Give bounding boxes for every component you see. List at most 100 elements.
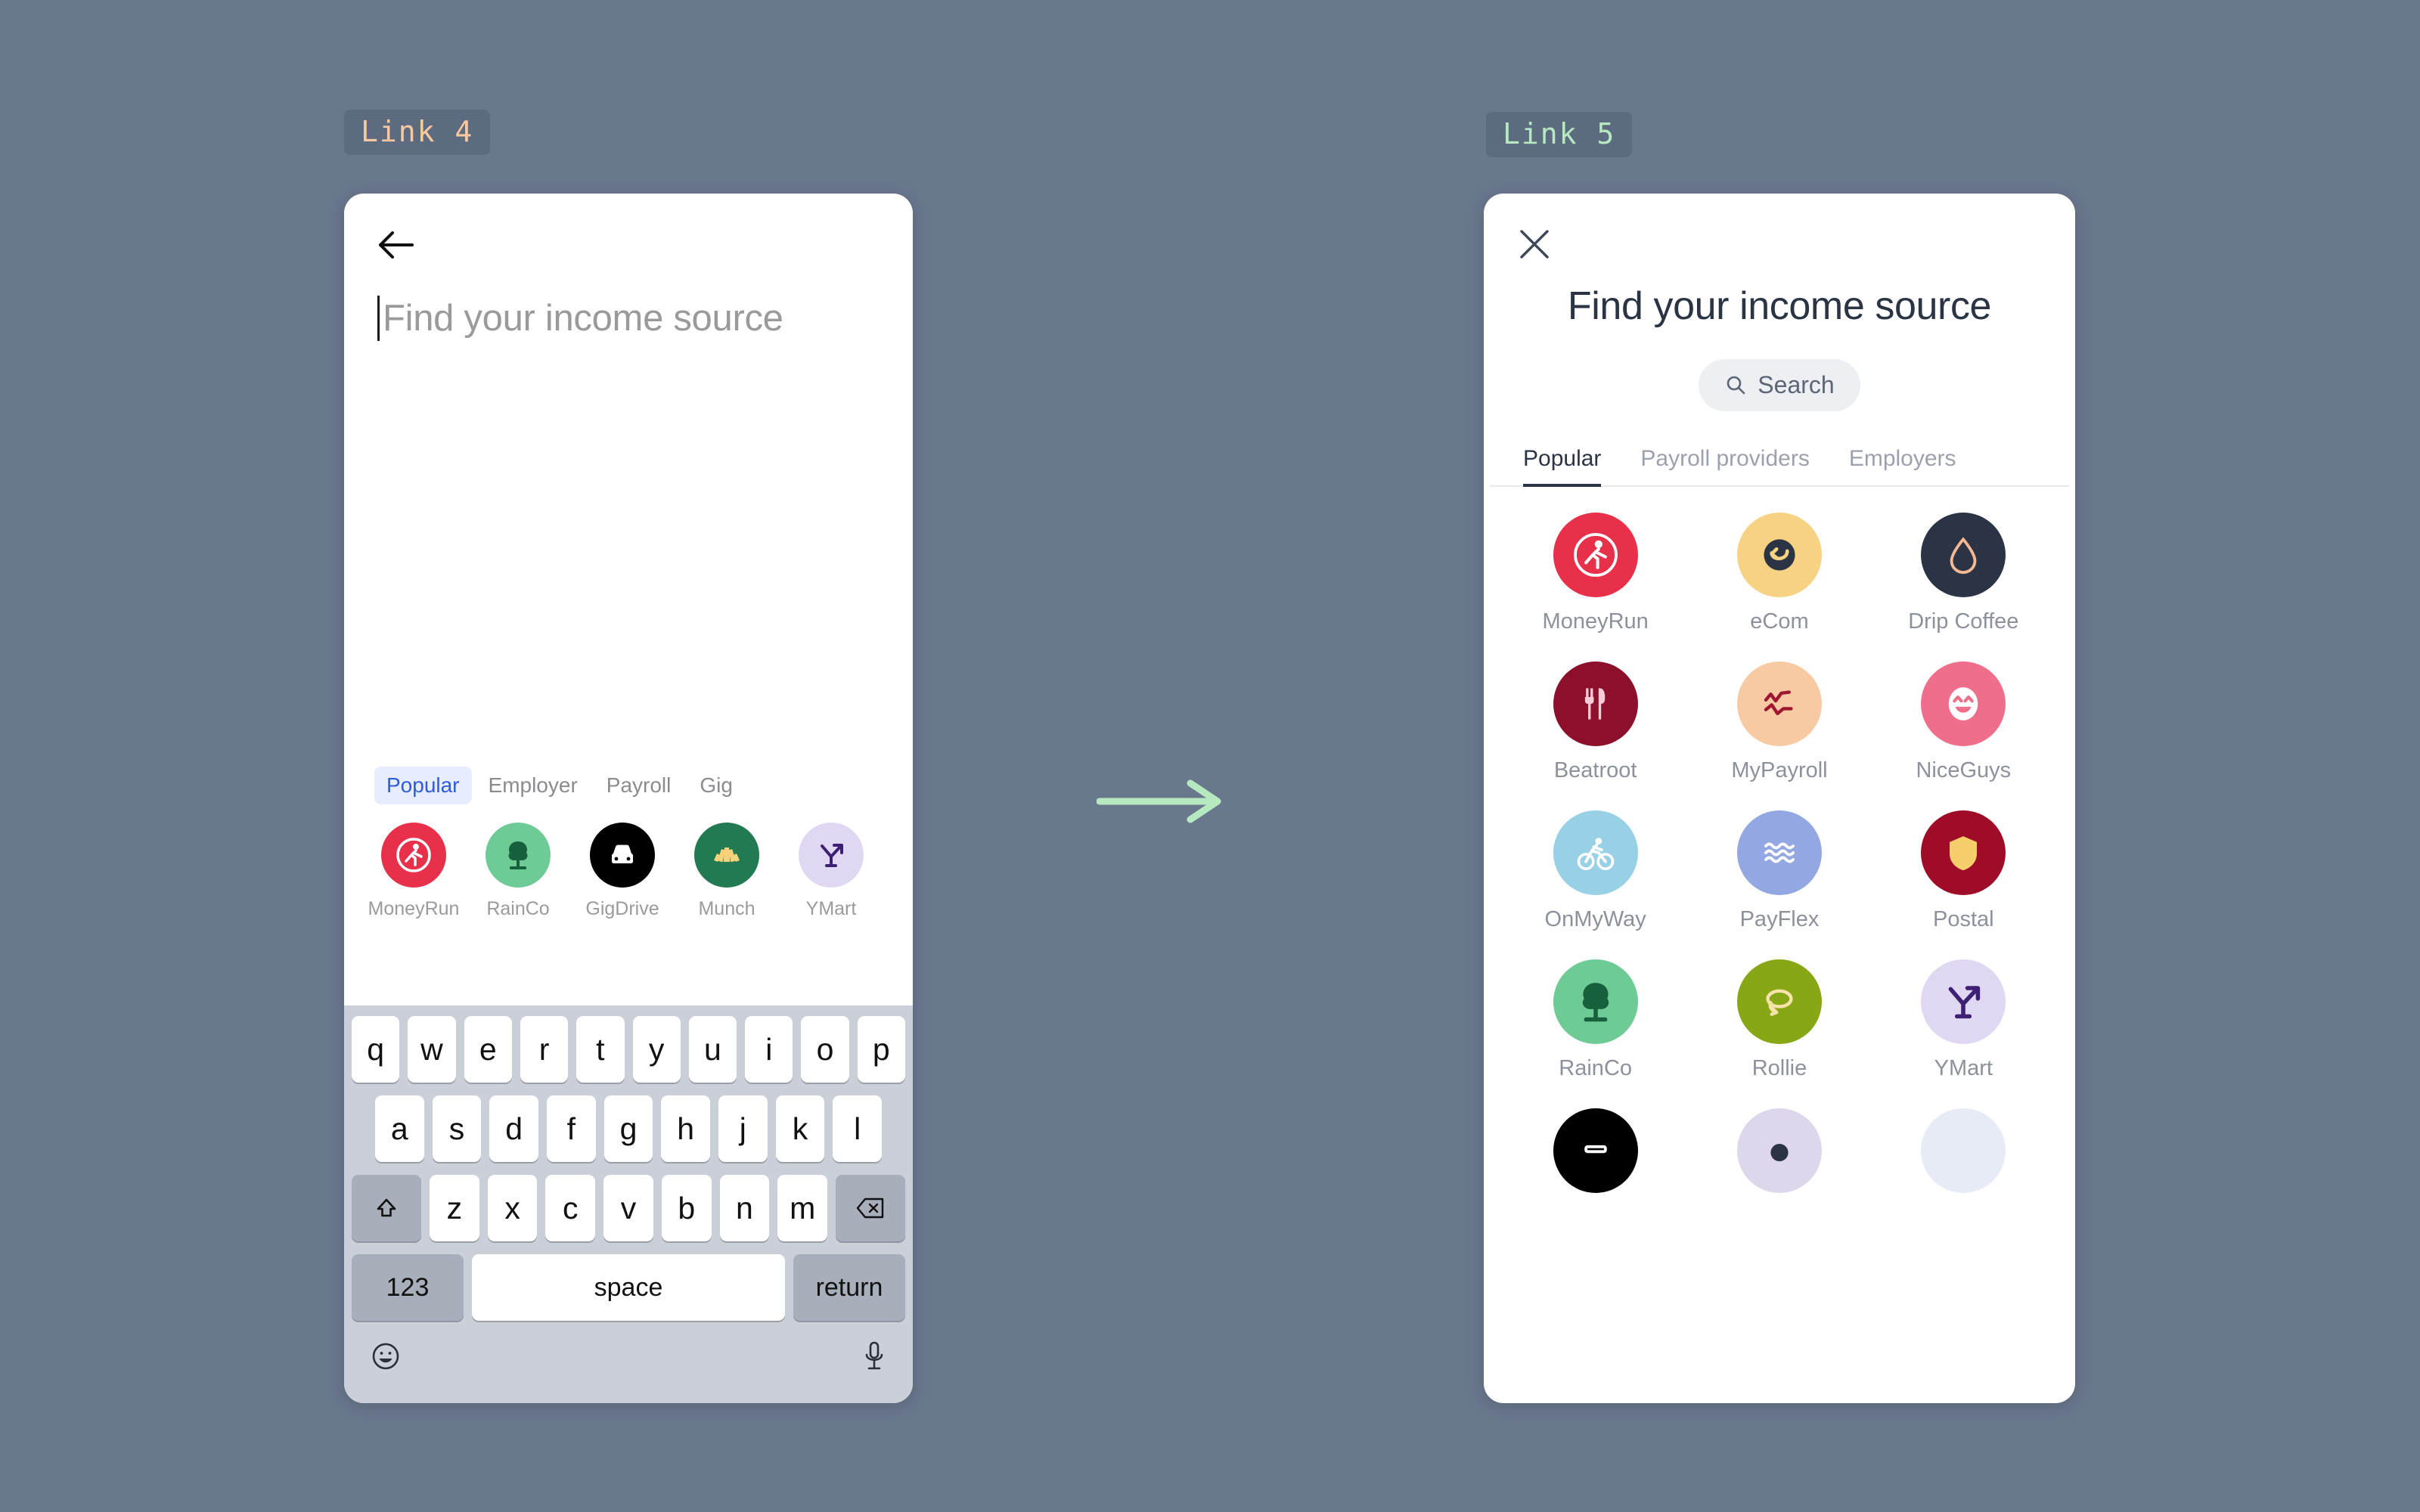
key-a[interactable]: a (374, 1095, 424, 1162)
emoji-smiley-icon[interactable] (370, 1340, 402, 1376)
key-q[interactable]: q (352, 1016, 400, 1083)
key-k[interactable]: k (775, 1095, 825, 1162)
key-z[interactable]: z (429, 1175, 479, 1241)
tab-gig[interactable]: Gig (687, 767, 745, 804)
tab-employer[interactable]: Employer (476, 767, 590, 804)
key-f[interactable]: f (547, 1095, 596, 1162)
keyboard-row-1: q w e r t y u i o p (352, 1016, 905, 1083)
key-s[interactable]: s (432, 1095, 482, 1162)
car-icon (590, 823, 655, 888)
list-item[interactable]: RainCo (471, 823, 565, 920)
key-space[interactable]: space (472, 1254, 785, 1321)
key-w[interactable]: w (408, 1016, 456, 1083)
search-button-label: Search (1758, 370, 1835, 398)
list-item[interactable]: GigDrive (576, 823, 669, 920)
list-item[interactable] (1553, 1108, 1638, 1205)
list-item-label: RainCo (1559, 1055, 1633, 1080)
tab-popular[interactable]: Popular (1523, 446, 1602, 487)
smiley-face-icon (1921, 661, 2006, 746)
list-item[interactable]: YMart (1921, 959, 2006, 1081)
canvas: Link 4 Link 5 Find your income source Po… (0, 0, 2420, 1512)
list-item-label: eCom (1750, 609, 1809, 634)
key-c[interactable]: c (545, 1175, 596, 1241)
close-x-icon[interactable] (1517, 227, 1552, 262)
key-d[interactable]: d (489, 1095, 538, 1162)
key-numbers[interactable]: 123 (352, 1254, 464, 1321)
list-item[interactable] (1921, 1108, 2006, 1205)
list-item[interactable]: YMart (784, 823, 878, 920)
microphone-icon[interactable] (861, 1340, 887, 1377)
key-h[interactable]: h (661, 1095, 711, 1162)
list-item-label: Munch (698, 898, 755, 919)
list-item-label: YMart (805, 898, 857, 919)
key-m[interactable]: m (777, 1175, 828, 1241)
left-provider-row: MoneyRun RainCo GigDrive Munch YMart (344, 804, 913, 920)
list-item[interactable]: eCom (1736, 512, 1822, 634)
key-n[interactable]: n (719, 1175, 770, 1241)
key-y[interactable]: y (632, 1016, 681, 1083)
tab-popular[interactable]: Popular (374, 767, 472, 804)
back-arrow-icon[interactable] (377, 228, 417, 262)
keyboard-row-3: z x c v b n m (351, 1175, 906, 1241)
list-item[interactable]: MoneyRun (367, 823, 461, 920)
key-j[interactable]: j (718, 1095, 768, 1162)
page-title: Find your income source (1567, 284, 1992, 328)
search-button[interactable]: Search (1699, 358, 1860, 411)
key-p[interactable]: p (857, 1016, 905, 1083)
fork-knife-icon (1553, 661, 1638, 746)
key-l[interactable]: l (833, 1095, 883, 1162)
right-tab-bar: Popular Payroll providers Employers (1517, 446, 2042, 487)
key-u[interactable]: u (688, 1016, 737, 1083)
list-item[interactable]: Postal (1921, 810, 2006, 932)
keyboard-utility-row (352, 1334, 905, 1377)
list-item[interactable]: PayFlex (1736, 810, 1822, 932)
list-item[interactable]: OnMyWay (1545, 810, 1646, 932)
loop-arrow-icon (1736, 959, 1822, 1044)
list-item[interactable]: Beatroot (1553, 661, 1638, 783)
water-drop-icon (1921, 512, 2006, 597)
key-return[interactable]: return (793, 1254, 905, 1321)
key-r[interactable]: r (520, 1016, 569, 1083)
right-provider-grid: MoneyRun eCom Drip Coffee Beatroot MyPay… (1484, 512, 2075, 1205)
list-item[interactable]: MyPayroll (1731, 661, 1828, 783)
tab-payroll-providers[interactable]: Payroll providers (1640, 446, 1809, 487)
phone-screen-left: Find your income source Popular Employer… (344, 194, 913, 1403)
list-item[interactable]: RainCo (1553, 959, 1638, 1081)
key-t[interactable]: t (576, 1016, 625, 1083)
key-e[interactable]: e (464, 1016, 512, 1083)
list-item-label: Rollie (1751, 1055, 1807, 1080)
list-item-label: NiceGuys (1916, 758, 2012, 782)
running-person-icon (381, 823, 446, 888)
backspace-icon[interactable] (836, 1175, 906, 1241)
link-chip-left: Link 4 (344, 110, 491, 155)
tree-icon (486, 823, 551, 888)
key-i[interactable]: i (745, 1016, 793, 1083)
tab-payroll[interactable]: Payroll (594, 767, 684, 804)
fan-shell-icon (694, 823, 759, 888)
list-item-label: MoneyRun (368, 898, 460, 919)
blank-icon (1921, 1108, 2006, 1193)
waves-icon (1736, 810, 1822, 895)
key-o[interactable]: o (801, 1016, 849, 1083)
list-item[interactable] (1736, 1108, 1822, 1205)
key-b[interactable]: b (661, 1175, 712, 1241)
list-item[interactable]: Rollie (1736, 959, 1822, 1081)
search-input[interactable]: Find your income source (377, 293, 880, 343)
list-item-label: Drip Coffee (1908, 609, 2019, 634)
list-item[interactable]: MoneyRun (1542, 512, 1649, 634)
list-item-label: MyPayroll (1731, 758, 1828, 782)
running-person-icon (1553, 512, 1638, 597)
text-caret (377, 296, 380, 341)
key-x[interactable]: x (487, 1175, 538, 1241)
shift-up-icon[interactable] (351, 1175, 421, 1241)
list-item-label: MoneyRun (1542, 609, 1649, 634)
tab-employers[interactable]: Employers (1849, 446, 1956, 487)
keyboard-row-4: 123 space return (352, 1254, 905, 1321)
key-v[interactable]: v (603, 1175, 653, 1241)
list-item[interactable]: Drip Coffee (1908, 512, 2019, 634)
y-arrow-icon (799, 823, 864, 888)
key-g[interactable]: g (603, 1095, 653, 1162)
smile-arrow-icon (1736, 512, 1822, 597)
list-item[interactable]: NiceGuys (1916, 661, 2012, 783)
list-item[interactable]: Munch (680, 823, 774, 920)
